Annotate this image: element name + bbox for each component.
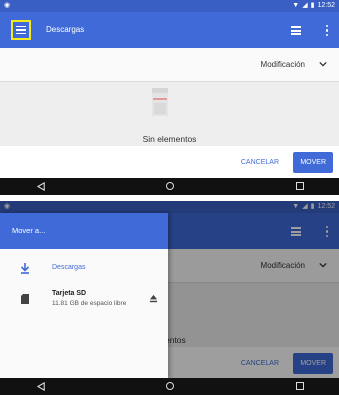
battery-icon: ▮ [310,2,315,9]
move-to-drawer-screen: ◉ ▼ ◢ ▮ 12:52 Modificación ementos CANCE… [0,201,339,395]
app-title: Descargas [46,25,85,34]
drawer-header: Mover a... [0,213,168,249]
home-icon[interactable] [166,182,174,190]
recents-icon[interactable] [296,182,304,190]
cancel-button[interactable]: CANCELAR [235,154,285,172]
drawer-item-label: Tarjeta SD [52,290,87,297]
empty-state-text: Sin elementos [142,134,197,144]
navigation-drawer: Mover a... Descargas Tarjeta SD 11.81 GB… [0,213,168,378]
sort-bar[interactable]: Modificación [0,48,339,82]
download-icon [20,263,30,274]
status-bar: ◉ ▼ ◢ ▮ 12:52 [0,0,339,12]
drawer-item-downloads[interactable]: Descargas [0,261,168,279]
wifi-icon: ▼ [292,2,300,9]
navigation-bar [0,378,339,395]
more-options-icon[interactable] [326,25,329,36]
sd-card-icon [21,294,29,304]
action-bar: CANCELAR MOVER [0,146,339,178]
sort-label: Modificación [260,60,305,69]
home-icon[interactable] [166,382,174,390]
empty-state: Sin elementos [0,82,339,146]
drawer-item-label: Descargas [52,264,86,271]
notification-icon: ◉ [4,2,11,9]
chevron-down-icon[interactable] [319,60,327,68]
eject-icon[interactable] [149,294,158,303]
back-icon[interactable] [37,182,46,191]
list-view-icon[interactable] [291,26,301,35]
status-time: 12:52 [317,2,335,9]
signal-icon: ◢ [302,2,308,9]
menu-icon[interactable] [11,20,31,40]
recents-icon[interactable] [296,382,304,390]
move-button[interactable]: MOVER [293,152,333,173]
drawer-item-subtitle: 11.81 GB de espacio libre [52,300,127,307]
navigation-bar [0,178,339,195]
file-picker-screen: ◉ ▼ ◢ ▮ 12:52 Descargas Modificación Sin… [0,0,339,195]
app-bar: Descargas [0,12,339,48]
drawer-item-sd-card[interactable]: Tarjeta SD 11.81 GB de espacio libre [0,288,168,322]
status-indicators: ▼ ◢ ▮ 12:52 [292,0,335,12]
back-icon[interactable] [37,382,46,391]
empty-folder-illustration-icon [152,88,168,116]
